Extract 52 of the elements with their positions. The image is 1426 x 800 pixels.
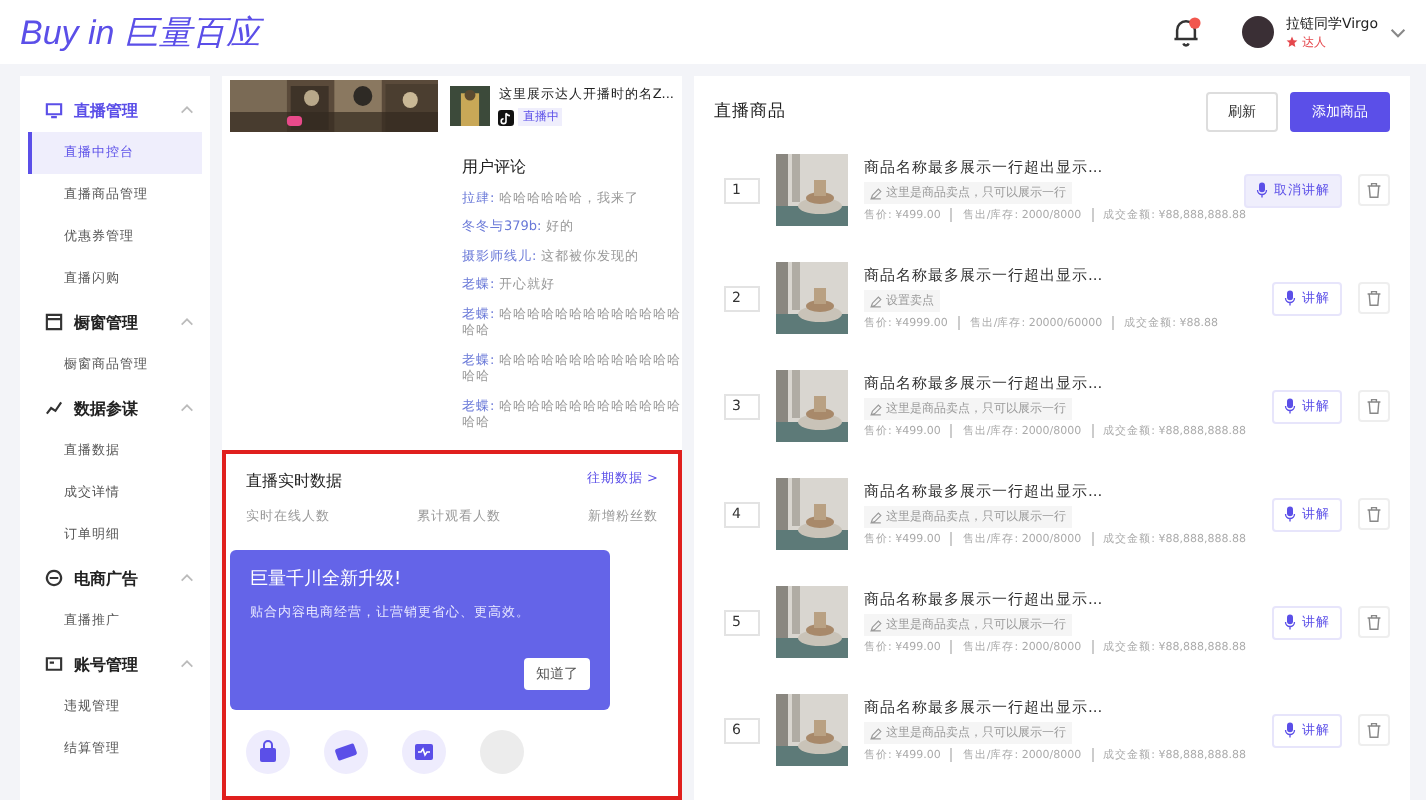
- pencil-icon: [870, 187, 882, 199]
- delete-button[interactable]: [1358, 390, 1390, 422]
- microphone-icon: [1284, 398, 1296, 414]
- menu-group-icon: [44, 568, 64, 588]
- menu-group[interactable]: 直播管理: [28, 88, 202, 132]
- trash-icon: [1366, 290, 1382, 306]
- microphone-icon: [1256, 182, 1268, 198]
- trash-icon: [1366, 398, 1382, 414]
- delete-button[interactable]: [1358, 498, 1390, 530]
- pencil-icon: [870, 619, 882, 631]
- delete-button[interactable]: [1358, 606, 1390, 638]
- chevron-icon[interactable]: [180, 660, 194, 668]
- trash-icon: [1366, 614, 1382, 630]
- trash-icon: [1366, 722, 1382, 738]
- delete-button[interactable]: [1358, 714, 1390, 746]
- microphone-icon: [1284, 506, 1296, 522]
- ticket-icon[interactable]: [324, 730, 368, 774]
- menu-group-icon: [44, 654, 64, 674]
- menu-group[interactable]: 账号管理: [28, 642, 202, 686]
- menu-group[interactable]: 数据参谋: [28, 386, 202, 430]
- menu-group[interactable]: 电商广告: [28, 556, 202, 600]
- app-icon: [498, 109, 515, 125]
- pencil-icon: [870, 727, 882, 739]
- chevron-icon[interactable]: [180, 106, 194, 114]
- menu-group[interactable]: 橱窗管理: [28, 300, 202, 344]
- notification-bell-icon[interactable]: [1169, 16, 1202, 48]
- trash-icon: [1366, 182, 1382, 198]
- pencil-icon: [870, 511, 882, 523]
- avatar[interactable]: [1241, 16, 1274, 48]
- realtime-title: 直播实时数据: [246, 470, 342, 493]
- chevron-icon[interactable]: [180, 318, 194, 326]
- trash-icon: [1366, 506, 1382, 522]
- pencil-icon: [870, 295, 882, 307]
- delete-button[interactable]: [1358, 282, 1390, 314]
- menu-group-icon: [44, 312, 64, 332]
- shopping-bag-icon[interactable]: [246, 730, 290, 774]
- delete-button[interactable]: [1358, 174, 1390, 206]
- comments-title: 用户评论: [462, 156, 528, 178]
- screen-icon[interactable]: [402, 730, 446, 774]
- microphone-icon: [1284, 722, 1296, 738]
- menu-group-icon: [44, 100, 64, 120]
- microphone-icon: [1284, 614, 1296, 630]
- popup-title: 巨量千川全新升级!: [250, 567, 404, 593]
- star-icon: [1285, 36, 1298, 48]
- menu-group-icon: [44, 398, 64, 418]
- caret-icon[interactable]: [1390, 27, 1406, 37]
- chevron-icon[interactable]: [180, 404, 194, 412]
- chevron-icon[interactable]: [180, 574, 194, 582]
- microphone-icon: [1284, 290, 1296, 306]
- logo: Buy in 巨量百应: [20, 11, 260, 55]
- panel-title: 直播商品: [714, 100, 786, 124]
- pencil-icon: [870, 403, 882, 415]
